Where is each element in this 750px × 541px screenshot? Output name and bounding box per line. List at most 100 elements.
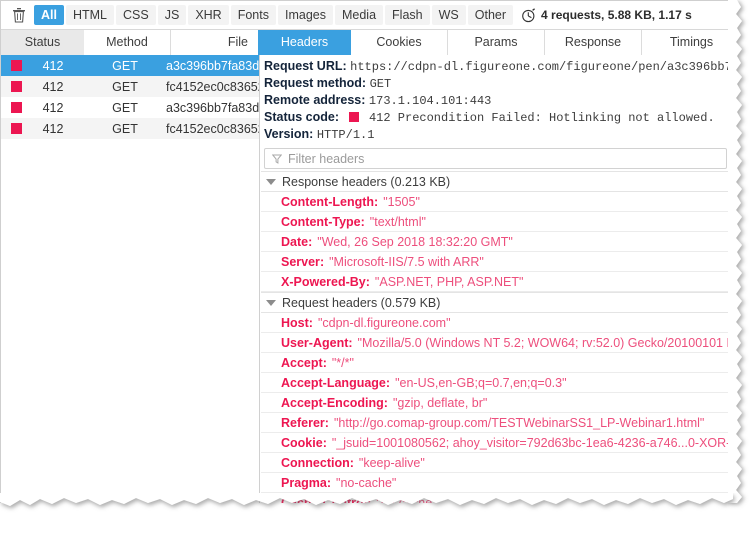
header-value: "Wed, 26 Sep 2018 18:32:20 GMT" xyxy=(317,234,513,249)
filter-button-html[interactable]: HTML xyxy=(65,5,115,25)
row-method: GET xyxy=(112,58,138,73)
detail-tabs: Headers Cookies Params Response Timings xyxy=(258,30,733,55)
header-name: Content-Type xyxy=(281,214,361,229)
column-header-status[interactable]: Status xyxy=(1,30,84,55)
row-status: 412 xyxy=(42,100,64,115)
list-item: Server: "Microsoft-IIS/7.5 with ARR" xyxy=(261,252,733,272)
table-row[interactable]: 412 GET a3c396bb7fa83d263f xyxy=(1,97,259,118)
remote-address-line: Remote address: 173.1.104.101:443 xyxy=(264,92,733,109)
network-toolbar: All HTML CSS JS XHR Fonts Images Media F… xyxy=(1,1,733,30)
funnel-icon-svg xyxy=(272,154,282,164)
request-list: 412 GET a3c396bb7fa83d263f 412 GET fc415… xyxy=(1,55,260,503)
remote-address-value: 173.1.104.101:443 xyxy=(368,94,492,108)
header-name: Referer xyxy=(281,415,325,430)
list-item: Connection: "keep-alive" xyxy=(261,453,733,473)
header-name: Accept xyxy=(281,355,323,370)
list-item: Content-Length: "1505" xyxy=(261,192,733,212)
header-value: "http://go.comap-group.com/TESTWebinarSS… xyxy=(333,415,705,430)
header-name: Accept-Encoding xyxy=(281,395,384,410)
header-value: "no-cache" xyxy=(336,475,397,490)
list-item: X-Powered-By: "ASP.NET, PHP, ASP.NET" xyxy=(261,272,733,292)
row-method: GET xyxy=(112,79,138,94)
list-item: Cache-Control: "no-cache" xyxy=(261,493,733,504)
status-indicator-icon xyxy=(11,81,22,92)
list-item: Host: "cdpn-dl.figureone.com" xyxy=(261,313,733,333)
status-code-line: Status code: 412 Precondition Failed: Ho… xyxy=(264,109,733,126)
section-request-headers[interactable]: Request headers (0.579 KB) xyxy=(261,292,733,313)
status-indicator-icon xyxy=(11,123,22,134)
tab-params[interactable]: Params xyxy=(448,30,545,55)
filter-button-other[interactable]: Other xyxy=(467,5,514,25)
section-response-headers-title: Response headers (0.213 KB) xyxy=(282,174,451,189)
trash-icon[interactable] xyxy=(7,4,31,26)
status-indicator-icon xyxy=(11,60,22,71)
funnel-icon xyxy=(272,154,282,164)
tab-response[interactable]: Response xyxy=(545,30,642,55)
row-file: fc4152ec0c836523c4 xyxy=(166,121,259,136)
list-item: Accept: "*/*" xyxy=(261,353,733,373)
header-name: Connection xyxy=(281,455,350,470)
section-response-headers[interactable]: Response headers (0.213 KB) xyxy=(261,171,733,192)
header-value: "Mozilla/5.0 (Windows NT 5.2; WOW64; rv:… xyxy=(357,335,733,350)
status-code-value: 412 Precondition Failed: Hotlinking not … xyxy=(368,111,715,125)
chevron-down-icon xyxy=(266,178,276,185)
header-name: User-Agent xyxy=(281,335,349,350)
header-name: Cache-Control xyxy=(281,495,368,504)
tab-cookies[interactable]: Cookies xyxy=(351,30,448,55)
filter-button-images[interactable]: Images xyxy=(277,5,333,25)
stopwatch-icon-svg xyxy=(522,7,536,22)
filter-button-ws[interactable]: WS xyxy=(431,5,466,25)
filter-button-js[interactable]: JS xyxy=(157,5,187,25)
filter-button-css[interactable]: CSS xyxy=(116,5,156,25)
stopwatch-icon xyxy=(521,7,536,23)
column-and-tab-header: Status Method File Headers Cookies Param… xyxy=(1,30,733,55)
header-name: Accept-Language xyxy=(281,375,386,390)
filter-headers-input[interactable]: Filter headers xyxy=(264,148,727,169)
filter-button-all[interactable]: All xyxy=(34,5,64,25)
request-url-label: Request URL: xyxy=(264,59,347,73)
table-row[interactable]: 412 GET fc4152ec0c836523c4 xyxy=(1,76,259,97)
header-value: "cdpn-dl.figureone.com" xyxy=(317,315,451,330)
row-status: 412 xyxy=(42,121,64,136)
trash-icon-svg xyxy=(13,8,25,23)
header-value: "en-US,en-GB;q=0.7,en;q=0.3" xyxy=(395,375,567,390)
row-method: GET xyxy=(112,100,138,115)
request-method-line: Request method: GET xyxy=(264,75,733,92)
table-row[interactable]: 412 GET a3c396bb7fa83d263f xyxy=(1,55,259,76)
devtools-network-panel: All HTML CSS JS XHR Fonts Images Media F… xyxy=(0,0,750,541)
list-item: Content-Type: "text/html" xyxy=(261,212,733,232)
tab-timings[interactable]: Timings xyxy=(642,30,733,55)
request-method-value: GET xyxy=(369,77,392,91)
row-file: fc4152ec0c836523c4 xyxy=(166,79,259,94)
row-file: a3c396bb7fa83d263f xyxy=(166,100,259,115)
list-item: Referer: "http://go.comap-group.com/TEST… xyxy=(261,413,733,433)
list-item: Accept-Language: "en-US,en-GB;q=0.7,en;q… xyxy=(261,373,733,393)
network-summary-text: 4 requests, 5.88 KB, 1.17 s xyxy=(541,8,692,22)
filter-button-xhr[interactable]: XHR xyxy=(188,5,229,25)
chevron-down-icon xyxy=(266,299,276,306)
header-name: Cookie xyxy=(281,435,323,450)
header-name: Pragma xyxy=(281,475,327,490)
column-header-file[interactable]: File xyxy=(170,30,258,55)
filter-button-media[interactable]: Media xyxy=(334,5,384,25)
tab-headers[interactable]: Headers xyxy=(258,30,351,55)
table-row[interactable]: 412 GET fc4152ec0c836523c4 xyxy=(1,118,259,139)
section-request-headers-title: Request headers (0.579 KB) xyxy=(282,295,441,310)
header-value: "gzip, deflate, br" xyxy=(392,395,488,410)
status-indicator-icon xyxy=(11,102,22,113)
network-summary: 4 requests, 5.88 KB, 1.17 s xyxy=(521,7,692,23)
request-url-value: https://cdpn-dl.figureone.com/figureone/… xyxy=(350,60,733,74)
filter-button-flash[interactable]: Flash xyxy=(385,5,430,25)
request-method-label: Request method: xyxy=(264,76,367,90)
header-name: Server xyxy=(281,254,320,269)
header-name: Content-Length xyxy=(281,194,375,209)
column-header-method[interactable]: Method xyxy=(83,30,171,55)
list-item: User-Agent: "Mozilla/5.0 (Windows NT 5.2… xyxy=(261,333,733,353)
filter-headers-placeholder: Filter headers xyxy=(288,151,365,166)
status-indicator-icon xyxy=(348,112,359,122)
filter-button-fonts[interactable]: Fonts xyxy=(230,5,276,25)
header-value: "_jsuid=1001080562; ahoy_visitor=792d63b… xyxy=(331,435,733,450)
request-url-line: Request URL: https://cdpn-dl.figureone.c… xyxy=(264,58,733,75)
header-value: "no-cache" xyxy=(376,495,437,504)
row-method: GET xyxy=(112,121,138,136)
